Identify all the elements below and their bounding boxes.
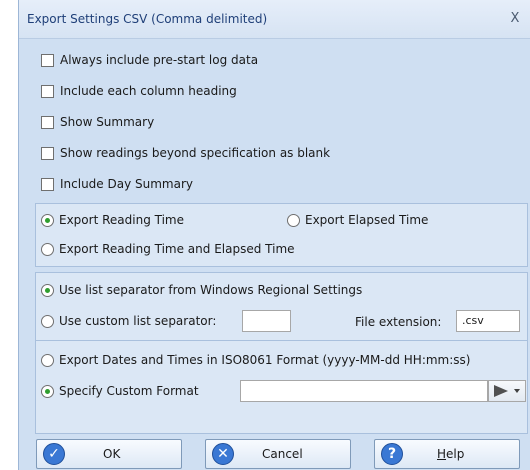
ok-label: OK: [103, 447, 121, 461]
custom-format-label: Specify Custom Format: [59, 384, 199, 398]
iso-format-label: Export Dates and Times in ISO8061 Format…: [59, 353, 471, 367]
reading-and-elapsed-label: Export Reading Time and Elapsed Time: [59, 242, 295, 256]
day-summary-label: Include Day Summary: [60, 177, 193, 191]
windows-separator-radio[interactable]: [41, 284, 54, 297]
custom-format-radio[interactable]: [41, 385, 54, 398]
column-heading-option[interactable]: Include each column heading: [41, 83, 237, 101]
help-question-icon: ?: [381, 443, 403, 465]
format-picker-button[interactable]: [488, 380, 526, 402]
beyond-spec-label: Show readings beyond specification as bl…: [60, 146, 331, 160]
check-icon: ✓: [43, 443, 65, 465]
reading-and-elapsed-radio[interactable]: [41, 243, 54, 256]
reading-time-label: Export Reading Time: [59, 213, 184, 227]
day-summary-checkbox[interactable]: [41, 178, 54, 191]
custom-separator-option[interactable]: Use custom list separator:: [41, 313, 216, 331]
custom-separator-input[interactable]: [242, 310, 291, 332]
beyond-spec-option[interactable]: Show readings beyond specification as bl…: [41, 145, 330, 163]
pre-start-label: Always include pre-start log data: [60, 53, 259, 67]
file-extension-input[interactable]: .csv: [456, 310, 520, 332]
day-summary-option[interactable]: Include Day Summary: [41, 176, 193, 194]
cancel-x-icon: ✕: [212, 443, 234, 465]
iso-format-radio[interactable]: [41, 354, 54, 367]
title-bar[interactable]: Export Settings CSV (Comma delimited) X: [19, 0, 530, 39]
custom-separator-radio[interactable]: [41, 315, 54, 328]
cancel-button[interactable]: ✕ Cancel: [205, 439, 351, 469]
iso-format-option[interactable]: Export Dates and Times in ISO8061 Format…: [41, 352, 470, 370]
elapsed-time-label: Export Elapsed Time: [305, 213, 429, 227]
ok-button[interactable]: ✓ OK: [36, 439, 182, 469]
reading-time-option[interactable]: Export Reading Time: [41, 212, 184, 230]
play-arrow-icon: [494, 385, 508, 397]
column-heading-label: Include each column heading: [60, 84, 237, 98]
column-heading-checkbox[interactable]: [41, 85, 54, 98]
pre-start-option[interactable]: Always include pre-start log data: [41, 52, 258, 70]
export-settings-dialog: Export Settings CSV (Comma delimited) X …: [18, 0, 530, 470]
pre-start-checkbox[interactable]: [41, 54, 54, 67]
show-summary-checkbox[interactable]: [41, 116, 54, 129]
custom-separator-label: Use custom list separator:: [59, 314, 217, 328]
help-label: Help: [437, 447, 465, 461]
windows-separator-option[interactable]: Use list separator from Windows Regional…: [41, 282, 362, 300]
close-icon[interactable]: X: [506, 10, 524, 28]
show-summary-label: Show Summary: [60, 115, 155, 129]
beyond-spec-checkbox[interactable]: [41, 147, 54, 160]
elapsed-time-option[interactable]: Export Elapsed Time: [287, 212, 428, 230]
windows-separator-label: Use list separator from Windows Regional…: [59, 283, 363, 297]
reading-time-radio[interactable]: [41, 214, 54, 227]
file-extension-label: File extension:: [355, 315, 442, 329]
help-button[interactable]: ? Help: [374, 439, 520, 469]
show-summary-option[interactable]: Show Summary: [41, 114, 154, 132]
custom-format-input[interactable]: [240, 380, 488, 402]
elapsed-time-radio[interactable]: [287, 214, 300, 227]
window-title: Export Settings CSV (Comma delimited): [27, 12, 268, 26]
custom-format-option[interactable]: Specify Custom Format: [41, 383, 199, 401]
dropdown-arrow-icon: [514, 389, 520, 393]
cancel-label: Cancel: [262, 447, 303, 461]
reading-and-elapsed-option[interactable]: Export Reading Time and Elapsed Time: [41, 241, 295, 259]
